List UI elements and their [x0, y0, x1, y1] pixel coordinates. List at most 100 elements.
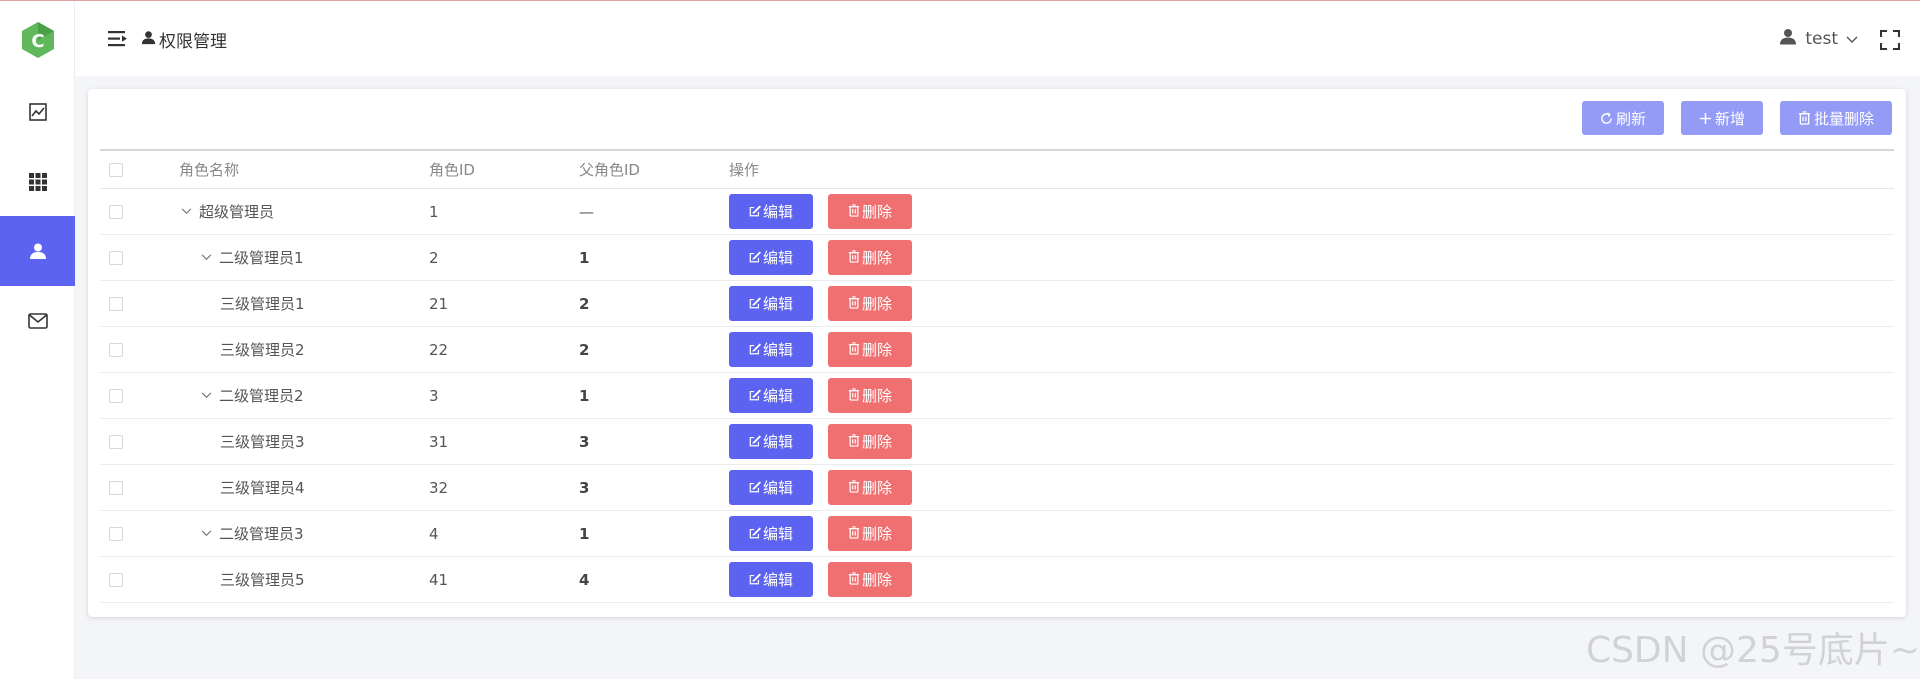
- edit-button[interactable]: 编辑: [729, 332, 813, 367]
- app-logo: C: [20, 21, 56, 59]
- refresh-label: 刷新: [1615, 109, 1646, 128]
- edit-label: 编辑: [762, 433, 793, 451]
- edit-button[interactable]: 编辑: [729, 378, 813, 413]
- role-id-cell: 2: [429, 235, 439, 280]
- grid-icon: [28, 173, 47, 191]
- delete-button[interactable]: 删除: [828, 240, 912, 275]
- row-select: [109, 327, 123, 372]
- row-checkbox[interactable]: [109, 572, 123, 587]
- edit-button[interactable]: 编辑: [729, 286, 813, 321]
- delete-button[interactable]: 删除: [828, 332, 912, 367]
- role-id: 4: [429, 524, 439, 543]
- delete-label: 删除: [861, 341, 892, 359]
- row-checkbox[interactable]: [109, 526, 123, 541]
- parent-id: 3: [579, 478, 590, 497]
- row-select: [109, 281, 123, 326]
- edit-button[interactable]: 编辑: [729, 562, 813, 597]
- trash-icon: [848, 249, 860, 267]
- delete-button[interactable]: 删除: [828, 378, 912, 413]
- column-header-actions: 操作: [729, 161, 760, 179]
- chevron-down-icon: [1846, 29, 1858, 49]
- row-checkbox[interactable]: [109, 204, 123, 219]
- delete-label: 删除: [861, 387, 892, 405]
- add-button[interactable]: 新增: [1680, 101, 1763, 135]
- edit-button[interactable]: 编辑: [729, 424, 813, 459]
- sidebar-item-messages[interactable]: [0, 286, 75, 356]
- table-row: 三级管理员1 21 2 编辑 删除: [100, 281, 1894, 327]
- menu-fold-icon[interactable]: [108, 30, 128, 48]
- row-actions: 编辑 删除: [729, 373, 912, 418]
- sidebar-item-apps[interactable]: [0, 147, 75, 217]
- batch-delete-button[interactable]: 批量删除: [1779, 101, 1892, 135]
- edit-button[interactable]: 编辑: [729, 194, 813, 229]
- refresh-button[interactable]: 刷新: [1581, 101, 1664, 135]
- row-checkbox[interactable]: [109, 480, 123, 495]
- edit-button[interactable]: 编辑: [729, 470, 813, 505]
- delete-label: 删除: [861, 525, 892, 543]
- delete-label: 删除: [861, 249, 892, 267]
- user-name: test: [1805, 29, 1838, 49]
- table-row: 三级管理员4 32 3 编辑 删除: [100, 465, 1894, 511]
- sidebar-item-dashboard[interactable]: [0, 77, 75, 147]
- role-name-cell: 二级管理员2: [199, 373, 304, 418]
- row-select: [109, 511, 123, 556]
- delete-label: 删除: [861, 203, 892, 221]
- row-checkbox[interactable]: [109, 434, 123, 449]
- edit-label: 编辑: [762, 203, 793, 221]
- row-checkbox[interactable]: [109, 250, 123, 265]
- user-icon: [141, 30, 156, 50]
- chevron-down-icon[interactable]: [179, 205, 193, 219]
- parent-id-cell: 1: [579, 373, 589, 418]
- trash-icon: [848, 295, 860, 313]
- role-id: 21: [429, 294, 449, 313]
- edit-button[interactable]: 编辑: [729, 516, 813, 551]
- select-all-checkbox[interactable]: [109, 162, 123, 177]
- fullscreen-icon[interactable]: [1880, 30, 1900, 50]
- chevron-down-icon[interactable]: [199, 251, 213, 265]
- role-name-cell: 三级管理员5: [220, 557, 305, 602]
- header-select-all: [109, 151, 123, 188]
- delete-button[interactable]: 删除: [828, 286, 912, 321]
- row-select: [109, 189, 123, 234]
- role-name-cell: 二级管理员3: [199, 511, 304, 556]
- row-checkbox[interactable]: [109, 296, 123, 311]
- table-body: 超级管理员 1 — 编辑 删除 二级管理员1 2 1 编辑 删除 三级管理员1 …: [100, 189, 1894, 603]
- edit-label: 编辑: [762, 525, 793, 543]
- delete-button[interactable]: 删除: [828, 470, 912, 505]
- row-checkbox[interactable]: [109, 342, 123, 357]
- trash-icon: [848, 433, 860, 451]
- parent-id: 2: [579, 294, 590, 313]
- row-actions: 编辑 删除: [729, 281, 912, 326]
- role-id-cell: 21: [429, 281, 448, 326]
- parent-id: 1: [579, 248, 590, 267]
- delete-button[interactable]: 删除: [828, 194, 912, 229]
- role-id-cell: 1: [429, 189, 439, 234]
- user-avatar-icon: [1779, 27, 1797, 51]
- role-id: 1: [429, 202, 439, 221]
- edit-icon: [749, 479, 761, 497]
- role-name-cell: 三级管理员1: [220, 281, 305, 326]
- edit-button[interactable]: 编辑: [729, 240, 813, 275]
- sidebar-item-permissions[interactable]: [0, 216, 75, 286]
- delete-button[interactable]: 删除: [828, 424, 912, 459]
- trash-icon: [848, 203, 860, 221]
- chevron-down-icon[interactable]: [199, 389, 213, 403]
- delete-button[interactable]: 删除: [828, 516, 912, 551]
- svg-text:C: C: [31, 31, 44, 52]
- role-id: 41: [429, 570, 449, 589]
- parent-id: 4: [579, 570, 590, 589]
- edit-label: 编辑: [762, 571, 793, 589]
- chevron-down-icon[interactable]: [199, 527, 213, 541]
- role-name-cell: 三级管理员2: [220, 327, 305, 372]
- toolbar: 刷新 新增 批量删除: [1581, 101, 1892, 135]
- add-label: 新增: [1714, 109, 1745, 128]
- row-select: [109, 373, 123, 418]
- delete-button[interactable]: 删除: [828, 562, 912, 597]
- parent-id-cell: 1: [579, 235, 589, 280]
- delete-label: 删除: [861, 433, 892, 451]
- row-actions: 编辑 删除: [729, 327, 912, 372]
- user-menu[interactable]: test: [1779, 27, 1858, 51]
- row-checkbox[interactable]: [109, 388, 123, 403]
- table-row: 超级管理员 1 — 编辑 删除: [100, 189, 1894, 235]
- delete-label: 删除: [861, 571, 892, 589]
